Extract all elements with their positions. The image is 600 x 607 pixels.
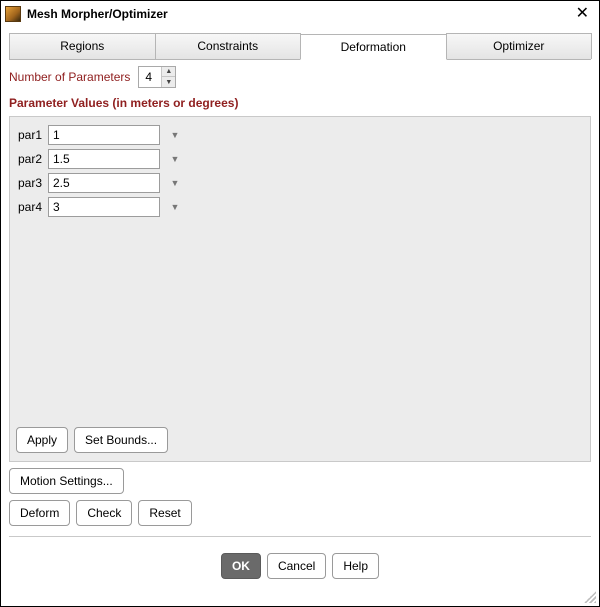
help-button[interactable]: Help bbox=[332, 553, 379, 579]
dialog-window: Mesh Morpher/Optimizer ✕ Regions Constra… bbox=[0, 0, 600, 607]
parameter-values-panel: par1 ▼ par2 ▼ par3 ▼ par4 ▼ bbox=[9, 116, 591, 462]
tab-deformation[interactable]: Deformation bbox=[300, 34, 447, 60]
param-label: par1 bbox=[16, 128, 46, 142]
window-title: Mesh Morpher/Optimizer bbox=[27, 7, 572, 21]
parameter-rows: par1 ▼ par2 ▼ par3 ▼ par4 ▼ bbox=[16, 125, 584, 221]
param-label: par4 bbox=[16, 200, 46, 214]
num-params-row: Number of Parameters ▲ ▼ bbox=[9, 66, 591, 88]
spinner-down-icon[interactable]: ▼ bbox=[162, 77, 175, 87]
action-button-row: Deform Check Reset bbox=[9, 500, 591, 526]
reset-button[interactable]: Reset bbox=[138, 500, 191, 526]
chevron-down-icon[interactable]: ▼ bbox=[168, 174, 182, 192]
param-label: par3 bbox=[16, 176, 46, 190]
close-icon[interactable]: ✕ bbox=[572, 4, 593, 24]
param-label: par2 bbox=[16, 152, 46, 166]
footer-button-row: OK Cancel Help bbox=[9, 547, 591, 581]
app-icon bbox=[5, 6, 21, 22]
set-bounds-button[interactable]: Set Bounds... bbox=[74, 427, 168, 453]
spinner-buttons: ▲ ▼ bbox=[161, 67, 175, 87]
num-params-label: Number of Parameters bbox=[9, 70, 130, 84]
chevron-down-icon[interactable]: ▼ bbox=[168, 150, 182, 168]
dialog-content: Regions Constraints Deformation Optimize… bbox=[1, 27, 599, 606]
panel-spacer bbox=[16, 221, 584, 423]
tab-bar: Regions Constraints Deformation Optimize… bbox=[9, 33, 591, 60]
param-row: par4 ▼ bbox=[16, 197, 584, 217]
deform-button[interactable]: Deform bbox=[9, 500, 70, 526]
param-input-par1[interactable] bbox=[48, 125, 160, 145]
resize-grip-icon[interactable] bbox=[584, 591, 596, 603]
chevron-down-icon[interactable]: ▼ bbox=[168, 198, 182, 216]
param-input-par4[interactable] bbox=[48, 197, 160, 217]
cancel-button[interactable]: Cancel bbox=[267, 553, 326, 579]
motion-settings-button[interactable]: Motion Settings... bbox=[9, 468, 124, 494]
tab-regions[interactable]: Regions bbox=[9, 33, 156, 59]
tab-constraints[interactable]: Constraints bbox=[155, 33, 302, 59]
apply-button[interactable]: Apply bbox=[16, 427, 68, 453]
motion-settings-row: Motion Settings... bbox=[9, 468, 591, 494]
param-input-par3[interactable] bbox=[48, 173, 160, 193]
ok-button[interactable]: OK bbox=[221, 553, 261, 579]
check-button[interactable]: Check bbox=[76, 500, 132, 526]
panel-button-row: Apply Set Bounds... bbox=[16, 423, 584, 453]
section-title: Parameter Values (in meters or degrees) bbox=[9, 96, 591, 110]
param-row: par2 ▼ bbox=[16, 149, 584, 169]
tab-optimizer[interactable]: Optimizer bbox=[446, 33, 593, 59]
param-row: par1 ▼ bbox=[16, 125, 584, 145]
chevron-down-icon[interactable]: ▼ bbox=[168, 126, 182, 144]
num-params-spinner[interactable]: ▲ ▼ bbox=[138, 66, 176, 88]
num-params-input[interactable] bbox=[139, 67, 161, 87]
param-row: par3 ▼ bbox=[16, 173, 584, 193]
spinner-up-icon[interactable]: ▲ bbox=[162, 67, 175, 77]
separator bbox=[9, 536, 591, 537]
param-input-par2[interactable] bbox=[48, 149, 160, 169]
titlebar: Mesh Morpher/Optimizer ✕ bbox=[1, 1, 599, 27]
